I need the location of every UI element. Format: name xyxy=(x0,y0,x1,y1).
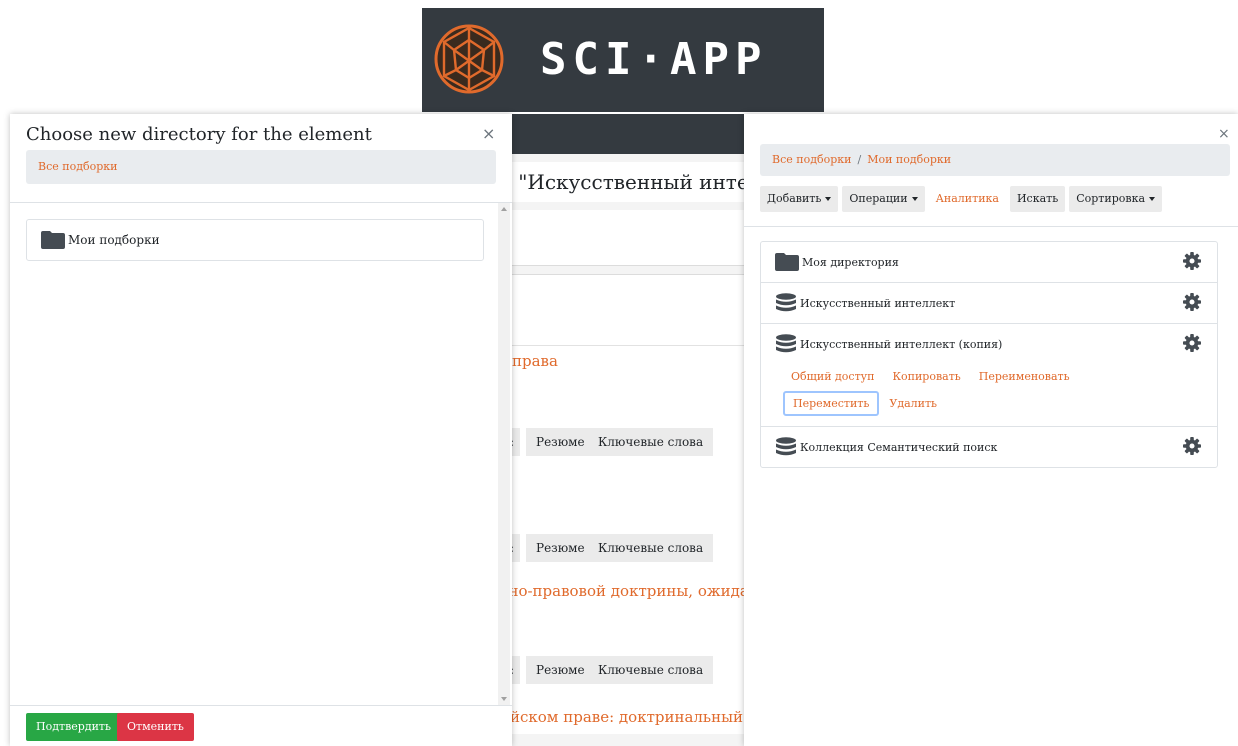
scrollbar[interactable] xyxy=(498,203,510,705)
close-icon[interactable]: × xyxy=(482,124,495,143)
list-item[interactable]: Моя директория xyxy=(761,242,1217,283)
copy-action[interactable]: Копировать xyxy=(884,364,968,389)
modal-footer: Подтвердить Отменить xyxy=(10,705,512,746)
logo-text: SCI·APP xyxy=(540,34,768,85)
move-action[interactable]: Переместить xyxy=(783,391,880,416)
directory-list: Мои подборки xyxy=(10,203,498,703)
modal-title: Choose new directory for the element xyxy=(26,124,372,145)
list-item-label: Моя директория xyxy=(802,255,899,269)
sort-label: Сортировка xyxy=(1076,192,1146,205)
share-action[interactable]: Общий доступ xyxy=(783,364,882,389)
database-icon xyxy=(776,334,796,353)
database-icon xyxy=(776,437,796,456)
gear-icon[interactable] xyxy=(1183,293,1201,311)
collections-panel: × Все подборки / Мои подборки Добавить Опе… xyxy=(744,114,1238,746)
breadcrumb-all-collections[interactable]: Все подборки xyxy=(772,153,851,166)
list-item[interactable]: Искусственный интеллект xyxy=(761,283,1217,324)
background-card xyxy=(500,210,760,266)
keywords-button[interactable]: Ключевые слова xyxy=(588,428,714,456)
toolbar: Добавить Операции Аналитика Искать Сорти… xyxy=(760,186,1163,212)
caret-down-icon xyxy=(911,197,918,201)
caret-down-icon xyxy=(1149,197,1156,201)
directory-item-my-collections[interactable]: Мои подборки xyxy=(26,219,484,261)
breadcrumb: Все подборки / Мои подборки xyxy=(760,144,1230,176)
confirm-button[interactable]: Подтвердить xyxy=(26,713,121,741)
list-item[interactable]: Коллекция Семантический поиск xyxy=(761,427,1217,467)
sort-dropdown[interactable]: Сортировка xyxy=(1069,186,1163,212)
close-icon[interactable]: × xyxy=(1218,126,1230,142)
gear-icon[interactable] xyxy=(1183,334,1201,352)
gear-icon[interactable] xyxy=(1183,252,1201,270)
caret-down-icon xyxy=(825,197,832,201)
list-item-expanded[interactable]: Искусственный интеллект (копия) Общий до… xyxy=(761,324,1217,427)
keywords-button[interactable]: Ключевые слова xyxy=(588,534,714,562)
choose-directory-modal: Choose new directory for the element × В… xyxy=(10,114,512,746)
sci-app-logo: SCI·APP xyxy=(422,8,824,112)
list-item-label: Искусственный интеллект (копия) xyxy=(800,337,1003,351)
resume-button[interactable]: Резюме xyxy=(526,428,595,456)
divider xyxy=(500,345,760,346)
folder-icon xyxy=(41,231,65,249)
folder-icon xyxy=(775,253,799,271)
rename-action[interactable]: Переименовать xyxy=(971,364,1078,389)
background-header-bar xyxy=(500,114,760,154)
result-link[interactable]: права xyxy=(512,352,752,370)
resume-button[interactable]: Резюме xyxy=(526,534,595,562)
item-actions: Общий доступ Копировать Переименовать Пе… xyxy=(775,364,1155,426)
add-dropdown[interactable]: Добавить xyxy=(760,186,839,212)
result-link[interactable]: ийском праве: доктринальный ана xyxy=(500,708,750,726)
gear-icon[interactable] xyxy=(1183,437,1201,455)
breadcrumb-separator: / xyxy=(857,153,862,166)
scroll-up-icon[interactable] xyxy=(501,207,507,211)
list-item-label: Коллекция Семантический поиск xyxy=(800,440,998,454)
background-page-title: е "Искусственный интелл xyxy=(500,162,760,202)
result-link[interactable]: вно-правовой доктрины, ожидающ xyxy=(500,582,750,600)
collections-list: Моя директория Искусственный интеллект И… xyxy=(760,241,1218,468)
breadcrumb-my-collections[interactable]: Мои подборки xyxy=(867,153,951,166)
list-item-label: Искусственный интеллект xyxy=(800,296,956,310)
delete-action[interactable]: Удалить xyxy=(881,391,945,416)
search-button[interactable]: Искать xyxy=(1009,186,1066,212)
breadcrumb: Все подборки xyxy=(26,150,496,184)
cancel-button[interactable]: Отменить xyxy=(117,713,194,741)
add-label: Добавить xyxy=(767,192,822,205)
divider xyxy=(744,226,1238,227)
analytics-link[interactable]: Аналитика xyxy=(929,186,1006,212)
directory-item-label: Мои подборки xyxy=(68,233,160,247)
breadcrumb-all-collections[interactable]: Все подборки xyxy=(38,160,117,173)
operations-label: Операции xyxy=(849,192,908,205)
resume-button[interactable]: Резюме xyxy=(526,656,595,684)
globe-icon xyxy=(434,24,504,94)
operations-dropdown[interactable]: Операции xyxy=(842,186,925,212)
database-icon xyxy=(776,293,796,312)
scroll-down-icon[interactable] xyxy=(501,697,507,701)
keywords-button[interactable]: Ключевые слова xyxy=(588,656,714,684)
